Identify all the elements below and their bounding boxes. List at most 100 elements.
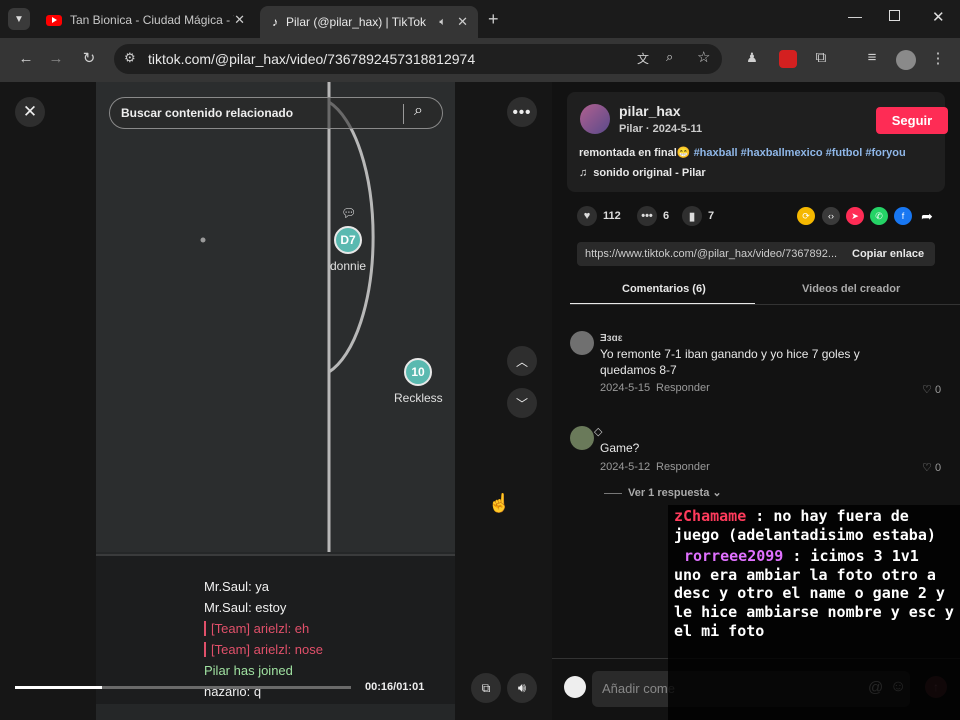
media-controls-icon[interactable]: ≡ bbox=[862, 49, 882, 66]
comment-like[interactable]: ♡ 0 bbox=[922, 383, 941, 396]
tab-youtube[interactable]: Tan Bionica - Ciudad Mágica - Y ✕ bbox=[40, 6, 255, 34]
video-time: 00:16/01:01 bbox=[365, 681, 425, 693]
comment-like[interactable]: ♡ 0 bbox=[922, 461, 941, 474]
panel-tabs: Comentarios (6) Videos del creador bbox=[570, 279, 960, 305]
save-stat[interactable]: ▮ 7 bbox=[682, 206, 714, 226]
cursor-icon: ☝ bbox=[488, 493, 511, 513]
tab-title: Pilar (@pilar_hax) | TikTok bbox=[286, 15, 427, 29]
facebook-icon[interactable]: f bbox=[894, 207, 912, 225]
view-replies[interactable]: Ver 1 respuesta ⌄ bbox=[604, 486, 722, 499]
search-icon[interactable]: ⌕ bbox=[414, 102, 423, 120]
chevron-down-icon: ▼ bbox=[14, 13, 24, 25]
url-text[interactable]: tiktok.com/@pilar_hax/video/736789245731… bbox=[148, 51, 475, 67]
browser-toolbar: ← → ↻ ⚙ tiktok.com/@pilar_hax/video/7367… bbox=[0, 38, 960, 82]
extension-icon[interactable]: ♟ bbox=[742, 50, 762, 66]
close-video-button[interactable]: ✕ bbox=[15, 97, 45, 127]
related-search-box[interactable]: Buscar contenido relacionado ⌕ bbox=[109, 97, 443, 129]
reload-icon[interactable]: ↻ bbox=[79, 49, 99, 67]
tab-creator-videos[interactable]: Videos del creador bbox=[802, 283, 900, 295]
tab-strip: ▼ Tan Bionica - Ciudad Mágica - Y ✕ ♪ Pi… bbox=[0, 0, 960, 38]
search-placeholder: Buscar contenido relacionado bbox=[121, 106, 294, 120]
stream-chat-overlay: zChamame : no hay fuera de juego (adelan… bbox=[668, 505, 960, 720]
chat-line: [Team] arielzl: nose bbox=[204, 642, 323, 657]
game-field: 💬︎ D7 donnie 10 Reckless bbox=[96, 82, 455, 552]
new-tab-button[interactable]: + bbox=[488, 9, 499, 30]
forward-icon[interactable]: → bbox=[46, 50, 66, 67]
comment-date: 2024-5-12 bbox=[600, 461, 651, 473]
comment-like-count: 0 bbox=[934, 384, 942, 396]
heart-outline-icon: ♡ bbox=[922, 384, 932, 396]
sound-row[interactable]: ♫ sonido original - Pilar bbox=[579, 167, 706, 179]
author-avatar[interactable] bbox=[580, 104, 610, 134]
follow-button[interactable]: Seguir bbox=[876, 107, 948, 134]
video-link[interactable]: https://www.tiktok.com/@pilar_hax/video/… bbox=[585, 248, 837, 260]
tab-tiktok[interactable]: ♪ Pilar (@pilar_hax) | TikTok 🔈︎ ✕ bbox=[260, 6, 478, 38]
link-box: https://www.tiktok.com/@pilar_hax/video/… bbox=[577, 242, 935, 266]
puzzle-icon[interactable]: ⧉ bbox=[811, 49, 831, 66]
tab-comments[interactable]: Comentarios (6) bbox=[622, 283, 706, 295]
hashtags[interactable]: #haxball #haxballmexico #futbol #foryou bbox=[694, 147, 906, 159]
player-name: donnie bbox=[330, 259, 367, 273]
whatsapp-icon[interactable]: ✆ bbox=[870, 207, 888, 225]
progress-bar[interactable] bbox=[15, 686, 351, 689]
close-icon[interactable]: ✕ bbox=[457, 14, 468, 30]
chat-line: Mr.Saul: ya bbox=[204, 579, 270, 594]
player-token: D7 bbox=[334, 226, 362, 254]
player-number: 10 bbox=[411, 365, 425, 379]
copy-link-button[interactable]: Copiar enlace bbox=[852, 248, 924, 260]
close-icon: ✕ bbox=[22, 102, 38, 121]
pip-icon: ⧉ bbox=[481, 680, 491, 695]
back-icon[interactable]: ← bbox=[16, 50, 36, 67]
previous-video-button[interactable]: ︿ bbox=[507, 346, 537, 376]
player-number: D7 bbox=[340, 233, 356, 247]
tab-search-button[interactable]: ▼ bbox=[8, 8, 30, 30]
zoom-icon[interactable]: ⌕ bbox=[666, 49, 673, 65]
comment-user[interactable]: Ǝзɑε bbox=[600, 333, 623, 344]
author-username[interactable]: pilar_hax bbox=[619, 103, 680, 119]
share-icon[interactable]: ➦ bbox=[918, 207, 936, 225]
speaker-icon[interactable]: 🔈︎ bbox=[439, 16, 446, 29]
chevron-up-icon: ︿ bbox=[515, 354, 528, 369]
address-bar[interactable]: ⚙ tiktok.com/@pilar_hax/video/7367892457… bbox=[114, 44, 722, 74]
site-info-icon[interactable]: ⚙ bbox=[124, 50, 136, 66]
avatar[interactable] bbox=[570, 426, 594, 450]
reply-button[interactable]: Responder bbox=[656, 382, 710, 394]
user-avatar bbox=[564, 676, 586, 698]
restore-button[interactable] bbox=[889, 10, 900, 21]
embed-icon[interactable]: ‹› bbox=[822, 207, 840, 225]
player-token: 10 bbox=[404, 358, 432, 386]
avatar[interactable] bbox=[570, 331, 594, 355]
comment-like-count: 0 bbox=[934, 462, 942, 474]
close-window-button[interactable]: ✕ bbox=[932, 8, 945, 26]
like-stat[interactable]: ♥ 112 bbox=[577, 206, 621, 226]
comment-count: 6 bbox=[663, 210, 670, 222]
repost-icon[interactable]: ⟳ bbox=[797, 207, 815, 225]
volume-button[interactable]: 🔊︎ bbox=[507, 673, 537, 703]
comment-user[interactable]: ◇ bbox=[594, 425, 602, 438]
comment-date: 2024-5-15 bbox=[600, 382, 651, 394]
menu-icon[interactable]: ⋮ bbox=[928, 49, 948, 67]
pip-button[interactable]: ⧉ bbox=[471, 673, 501, 703]
adblock-icon[interactable] bbox=[779, 50, 797, 68]
progress-fill bbox=[15, 686, 103, 689]
view-replies-label: Ver 1 respuesta bbox=[628, 487, 710, 499]
chevron-down-icon: ﹀ bbox=[515, 396, 528, 411]
comment-stat[interactable]: ••• 6 bbox=[637, 206, 669, 226]
next-video-button[interactable]: ﹀ bbox=[507, 388, 537, 418]
video-player[interactable]: 💬︎ D7 donnie 10 Reckless Mr.Saul: ya Mr.… bbox=[96, 82, 455, 720]
chat-line: Mr.Saul: estoy bbox=[204, 600, 287, 615]
minimize-button[interactable]: — bbox=[848, 8, 862, 24]
close-icon[interactable]: ✕ bbox=[234, 12, 245, 28]
more-options-button[interactable]: ••• bbox=[507, 97, 537, 127]
bookmark-star-icon[interactable]: ☆ bbox=[697, 48, 710, 66]
field-lines bbox=[200, 82, 375, 552]
reply-button[interactable]: Responder bbox=[656, 461, 710, 473]
bookmark-icon: ▮ bbox=[682, 206, 702, 226]
heart-outline-icon: ♡ bbox=[922, 462, 932, 474]
send-icon[interactable]: ➤ bbox=[846, 207, 864, 225]
sound-name: sonido original - Pilar bbox=[593, 167, 706, 179]
profile-avatar[interactable] bbox=[896, 50, 916, 70]
translate-icon[interactable]: 文 bbox=[637, 50, 649, 67]
tabs-divider bbox=[570, 304, 960, 305]
player-name: Reckless bbox=[394, 391, 443, 405]
